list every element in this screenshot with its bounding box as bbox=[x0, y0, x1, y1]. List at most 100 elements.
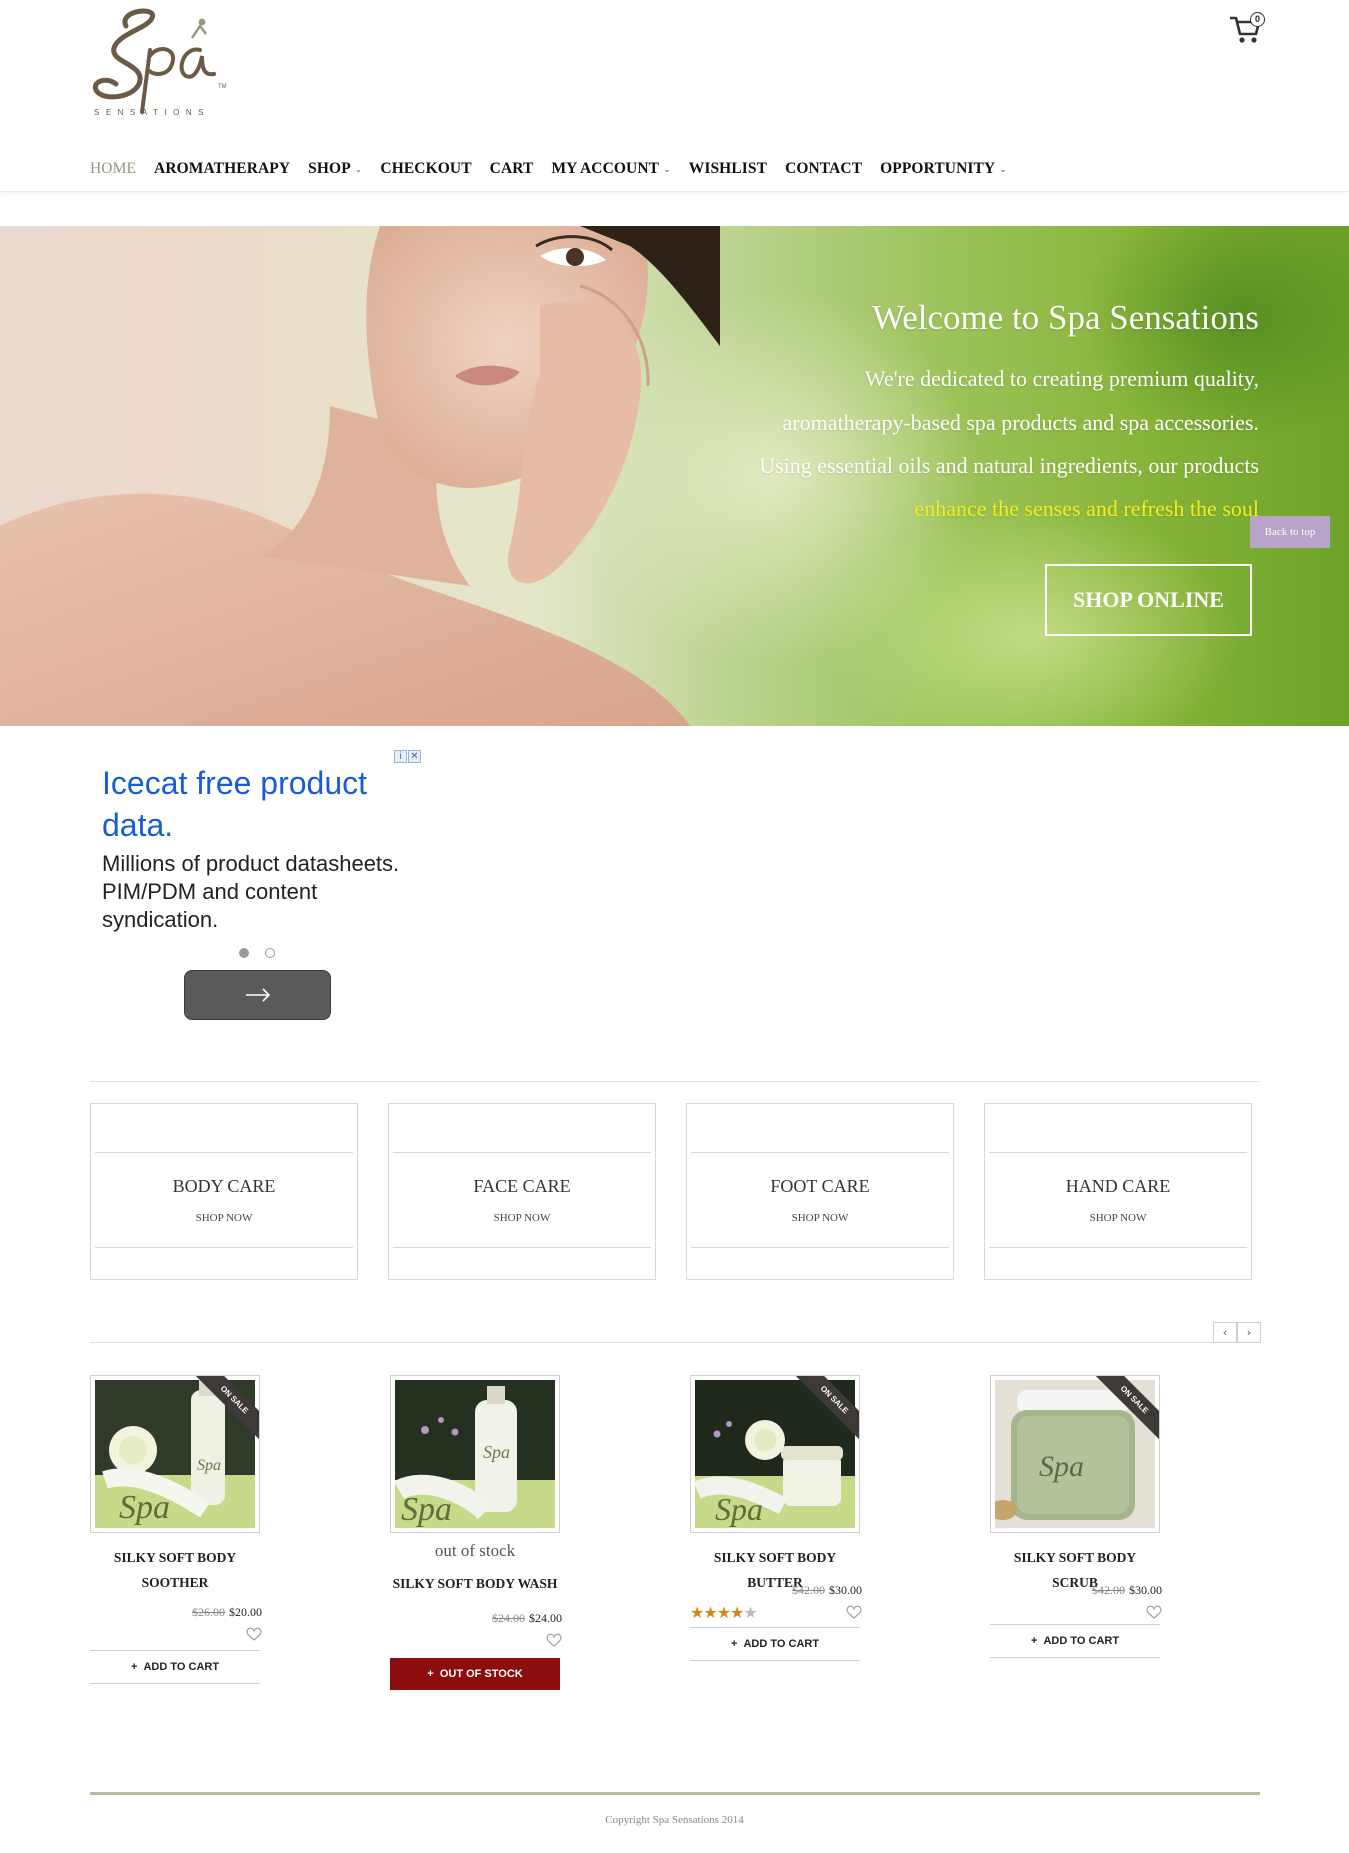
svg-text:Spa: Spa bbox=[715, 1491, 763, 1527]
cart-icon[interactable]: 0 bbox=[1228, 10, 1265, 46]
carousel-next-button[interactable]: › bbox=[1237, 1322, 1261, 1343]
logo-tagline: SENSATIONS bbox=[94, 108, 210, 117]
category-inner-rule bbox=[691, 1152, 949, 1153]
category-body-care[interactable]: BODY CARE SHOP NOW bbox=[90, 1103, 358, 1280]
star-filled-icon: ★ bbox=[703, 1603, 717, 1622]
wishlist-heart-icon[interactable] bbox=[846, 1605, 862, 1619]
nav-label: HOME bbox=[90, 160, 137, 177]
product-old-price: $42.00 bbox=[792, 1583, 825, 1597]
nav-item-opportunity[interactable]: OPPORTUNITY ⌄ bbox=[880, 160, 1007, 178]
button-label: ADD TO CART bbox=[143, 1661, 220, 1673]
product-image[interactable]: Spa ON SALE bbox=[690, 1375, 860, 1533]
category-inner-rule bbox=[989, 1247, 1247, 1248]
ad-description: Millions of product datasheets. PIM/PDM … bbox=[102, 851, 400, 932]
button-label: ADD TO CART bbox=[743, 1638, 820, 1650]
product-price: $42.00 $30.00 bbox=[1092, 1583, 1162, 1598]
product-image[interactable]: Spa Spa ON SALE bbox=[90, 1375, 260, 1533]
stock-status: out of stock bbox=[434, 1541, 516, 1560]
nav-item-aromatherapy[interactable]: AROMATHERAPY bbox=[154, 160, 290, 178]
product-image[interactable]: Spa Spa bbox=[390, 1375, 560, 1533]
arrow-right-icon bbox=[245, 988, 270, 1002]
product-name[interactable]: SILKY SOFT BODY SOOTHER bbox=[90, 1545, 260, 1595]
wishlist-heart-icon[interactable] bbox=[546, 1633, 562, 1647]
category-inner-rule bbox=[989, 1152, 1247, 1153]
footer-divider bbox=[90, 1792, 1260, 1795]
product-card: Spa ON SALE SILKY SOFT BODY SCRUB $42.00… bbox=[990, 1375, 1162, 1658]
nav-item-checkout[interactable]: CHECKOUT bbox=[380, 160, 471, 178]
svg-text:Spa: Spa bbox=[119, 1489, 170, 1526]
category-hand-care[interactable]: HAND CARE SHOP NOW bbox=[984, 1103, 1252, 1280]
product-image[interactable]: Spa ON SALE bbox=[990, 1375, 1160, 1533]
hero-text-highlight: enhance the senses and refresh the soul bbox=[914, 496, 1259, 521]
ad-close-icon[interactable]: ✕ bbox=[408, 750, 421, 763]
product-name[interactable]: SILKY SOFT BODY WASH bbox=[390, 1571, 560, 1596]
category-title: FACE CARE bbox=[473, 1176, 571, 1196]
product-card: Spa Spa out of stock SILKY SOFT BODY WAS… bbox=[390, 1375, 562, 1690]
button-label: ADD TO CART bbox=[1043, 1635, 1120, 1647]
category-foot-care[interactable]: FOOT CARE SHOP NOW bbox=[686, 1103, 954, 1280]
category-face-care[interactable]: FACE CARE SHOP NOW bbox=[388, 1103, 656, 1280]
site-header: TM SENSATIONS 0 HOME AROMATHERAPY SHOP ⌄ … bbox=[0, 0, 1349, 192]
nav-label: AROMATHERAPY bbox=[154, 160, 291, 177]
category-shop-now-link[interactable]: SHOP NOW bbox=[687, 1212, 953, 1224]
nav-item-contact[interactable]: CONTACT bbox=[785, 160, 862, 178]
product-card: Spa ON SALE SILKY SOFT BODY BUTTER $42.0… bbox=[690, 1375, 862, 1661]
star-filled-icon: ★ bbox=[730, 1603, 744, 1622]
section-divider bbox=[90, 1081, 1260, 1082]
category-shop-now-link[interactable]: SHOP NOW bbox=[91, 1212, 357, 1224]
star-empty-icon: ★ bbox=[743, 1603, 757, 1622]
ad-next-button[interactable] bbox=[184, 970, 331, 1020]
hero-text-line: Using essential oils and natural ingredi… bbox=[759, 453, 1259, 478]
ad-pagination-dot[interactable] bbox=[265, 948, 275, 958]
ad-pagination-dot-active[interactable] bbox=[239, 948, 249, 958]
nav-item-wishlist[interactable]: WISHLIST bbox=[689, 160, 767, 178]
add-to-cart-button[interactable]: + ADD TO CART bbox=[690, 1627, 860, 1661]
wishlist-heart-icon[interactable] bbox=[246, 1627, 262, 1641]
chevron-down-icon: ⌄ bbox=[663, 163, 671, 174]
product-sale-price: $30.00 bbox=[1129, 1583, 1162, 1597]
nav-label: CHECKOUT bbox=[380, 160, 472, 177]
svg-text:Spa: Spa bbox=[1039, 1450, 1084, 1483]
shop-online-button[interactable]: SHOP ONLINE bbox=[1045, 564, 1252, 636]
chevron-down-icon: ⌄ bbox=[354, 163, 363, 174]
advertisement[interactable]: i ✕ Icecat free product data. Millions o… bbox=[90, 748, 430, 1028]
ad-headline[interactable]: Icecat free product data. bbox=[102, 762, 402, 846]
product-old-price: $26.00 bbox=[192, 1605, 225, 1619]
add-to-cart-button[interactable]: + ADD TO CART bbox=[90, 1650, 260, 1684]
svg-text:Spa: Spa bbox=[401, 1491, 452, 1528]
star-filled-icon: ★ bbox=[716, 1603, 731, 1622]
logo-mark: TM bbox=[92, 8, 227, 114]
category-shop-now-link[interactable]: SHOP NOW bbox=[985, 1212, 1251, 1224]
section-divider bbox=[90, 1342, 1260, 1343]
category-shop-now-link[interactable]: SHOP NOW bbox=[389, 1212, 655, 1224]
svg-text:Spa: Spa bbox=[483, 1442, 510, 1462]
category-inner-rule bbox=[691, 1247, 949, 1248]
category-inner-rule bbox=[393, 1247, 651, 1248]
nav-item-cart[interactable]: CART bbox=[490, 160, 534, 178]
nav-item-shop[interactable]: SHOP ⌄ bbox=[308, 160, 362, 178]
product-card: Spa Spa ON SALE SILKY SOFT BODY SOOTHER … bbox=[90, 1375, 262, 1684]
product-price: $24.00 $24.00 bbox=[492, 1611, 562, 1626]
nav-label: CONTACT bbox=[785, 160, 863, 177]
spa-sensations-logo[interactable]: TM SENSATIONS bbox=[88, 4, 238, 122]
out-of-stock-button[interactable]: + OUT OF STOCK bbox=[390, 1658, 560, 1690]
add-to-cart-button[interactable]: + ADD TO CART bbox=[990, 1624, 1160, 1658]
wishlist-heart-icon[interactable] bbox=[1146, 1605, 1162, 1619]
product-sale-price: $20.00 bbox=[229, 1605, 262, 1619]
nav-item-home[interactable]: HOME bbox=[90, 160, 136, 178]
nav-label: WISHLIST bbox=[688, 160, 768, 177]
star-filled-icon: ★ bbox=[690, 1603, 704, 1622]
svg-text:TM: TM bbox=[218, 84, 227, 90]
nav-item-my-account[interactable]: MY ACCOUNT ⌄ bbox=[551, 160, 670, 178]
category-title: FOOT CARE bbox=[770, 1176, 870, 1196]
product-price: $42.00 $30.00 bbox=[792, 1583, 862, 1598]
cart-count-badge: 0 bbox=[1250, 12, 1265, 27]
carousel-prev-button[interactable]: ‹ bbox=[1213, 1322, 1237, 1343]
product-photo-body-wash: Spa Spa bbox=[395, 1380, 555, 1528]
footer-copyright: Copyright Spa Sensations 2014 bbox=[605, 1814, 744, 1826]
back-to-top-button[interactable]: Back to top bbox=[1250, 516, 1330, 548]
chevron-down-icon: ⌄ bbox=[999, 163, 1007, 174]
product-old-price: $24.00 bbox=[492, 1611, 525, 1625]
category-inner-rule bbox=[95, 1247, 353, 1248]
hero-banner: Welcome to Spa Sensations We're dedicate… bbox=[0, 226, 1349, 726]
